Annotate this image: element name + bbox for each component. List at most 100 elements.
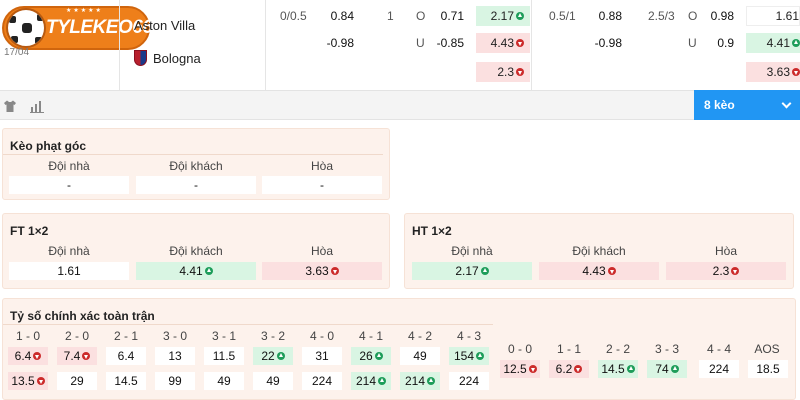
- score-label: 2 - 1: [113, 329, 138, 343]
- divider: [531, 0, 532, 90]
- divider: [3, 154, 383, 155]
- score-odds[interactable]: 214: [400, 372, 440, 390]
- score-odds[interactable]: 18.5: [748, 360, 788, 378]
- col-draw: Hòa: [310, 244, 333, 258]
- score-odds[interactable]: 99: [155, 372, 195, 390]
- ft-home-odds[interactable]: 2.17: [476, 6, 530, 26]
- score-label: 4 - 2: [407, 329, 432, 343]
- score-odds[interactable]: 6.4: [8, 347, 48, 365]
- score-odds[interactable]: 154: [449, 347, 489, 365]
- bet-count-button[interactable]: 8 kèo: [694, 90, 800, 120]
- arrow-up-icon: [374, 352, 383, 360]
- ht-ou-under-odds[interactable]: 0.9: [704, 33, 734, 53]
- score-odds[interactable]: 6.2: [549, 360, 589, 378]
- score-odds[interactable]: 49: [204, 372, 244, 390]
- arrow-down-icon: [528, 365, 537, 373]
- panel-title: Tỷ số chính xác toàn trận: [10, 309, 155, 323]
- ou-under-odds[interactable]: -0.85: [430, 33, 464, 53]
- ft-draw-odds[interactable]: 3.63: [262, 262, 382, 280]
- bar-chart-icon[interactable]: [30, 99, 44, 113]
- arrow-down-icon: [607, 267, 616, 275]
- score-label: 1 - 1: [556, 342, 581, 356]
- score-odds[interactable]: 14.5: [106, 372, 146, 390]
- arrow-up-icon: [204, 267, 213, 275]
- ht-1x2-panel: HT 1×2 Đội nhà Đội khách Hòa 2.17 4.43 2…: [404, 213, 794, 289]
- score-odds[interactable]: 214: [351, 372, 391, 390]
- ht-away-odds[interactable]: 4.41: [746, 33, 800, 53]
- ht-ou-line: 2.5/3: [648, 9, 675, 23]
- ht-home-odds[interactable]: 1.61: [746, 6, 800, 26]
- score-odds[interactable]: 49: [253, 372, 293, 390]
- score-label: 2 - 2: [605, 342, 630, 356]
- divider: [265, 0, 266, 90]
- score-odds[interactable]: 49: [400, 347, 440, 365]
- shirt-icon[interactable]: [3, 99, 17, 113]
- ht-handicap-away-odds[interactable]: -0.98: [586, 33, 622, 53]
- ou-under-label: U: [416, 36, 425, 50]
- ht-handicap-home-odds[interactable]: 0.88: [590, 6, 622, 26]
- score-odds[interactable]: 31: [302, 347, 342, 365]
- score-odds[interactable]: 11.5: [204, 347, 244, 365]
- arrow-down-icon: [516, 39, 524, 47]
- col-draw: Hòa: [714, 244, 737, 258]
- ht-home-odds[interactable]: 2.17: [412, 262, 532, 280]
- ft-draw-odds[interactable]: 2.3: [476, 62, 530, 82]
- col-away: Đội khách: [169, 159, 223, 173]
- away-team-name: Bologna: [153, 50, 201, 66]
- arrow-up-icon: [427, 377, 436, 385]
- col-home: Đội nhà: [48, 159, 90, 173]
- corner-away-odds[interactable]: -: [136, 176, 256, 194]
- match-row[interactable]: ★★★★★ TYLEKEO66 17/04 Aston Villa Bologn…: [0, 0, 800, 90]
- arrow-up-icon: [626, 365, 635, 373]
- ht-draw-odds[interactable]: 3.63: [746, 62, 800, 82]
- ft-home-odds[interactable]: 1.61: [9, 262, 129, 280]
- arrow-up-icon: [480, 267, 489, 275]
- ht-ou-over-odds[interactable]: 0.98: [704, 6, 734, 26]
- ou-line: 1: [387, 9, 394, 23]
- away-team[interactable]: Bologna: [134, 50, 201, 66]
- handicap-home-odds[interactable]: 0.84: [318, 6, 354, 26]
- arrow-down-icon: [82, 352, 91, 360]
- score-odds[interactable]: 224: [302, 372, 342, 390]
- score-odds[interactable]: 6.4: [106, 347, 146, 365]
- col-home: Đội nhà: [48, 244, 90, 258]
- col-away: Đội khách: [572, 244, 626, 258]
- ft-away-odds[interactable]: 4.43: [476, 33, 530, 53]
- arrow-down-icon: [574, 365, 583, 373]
- arrow-down-icon: [792, 68, 800, 76]
- score-odds[interactable]: 26: [351, 347, 391, 365]
- score-label: 0 - 0: [507, 342, 532, 356]
- home-team-name: Aston Villa: [134, 18, 196, 33]
- score-odds[interactable]: 74: [647, 360, 687, 378]
- odds-page: ★★★★★ TYLEKEO66 17/04 Aston Villa Bologn…: [0, 0, 800, 400]
- score-odds[interactable]: 13: [155, 347, 195, 365]
- score-odds[interactable]: 29: [57, 372, 97, 390]
- corner-draw-odds[interactable]: -: [262, 176, 382, 194]
- match-date: 17/04: [4, 47, 30, 58]
- score-odds[interactable]: 224: [449, 372, 489, 390]
- ou-over-odds[interactable]: 0.71: [430, 6, 464, 26]
- handicap-away-odds[interactable]: -0.98: [318, 33, 354, 53]
- score-odds[interactable]: 22: [253, 347, 293, 365]
- ht-draw-odds[interactable]: 2.3: [666, 262, 786, 280]
- arrow-up-icon: [378, 377, 387, 385]
- arrow-up-icon: [276, 352, 285, 360]
- bologna-crest-icon: [134, 50, 147, 66]
- home-team[interactable]: Aston Villa: [134, 18, 195, 33]
- arrow-down-icon: [33, 352, 42, 360]
- score-odds[interactable]: 13.5: [8, 372, 48, 390]
- ht-away-odds[interactable]: 4.43: [539, 262, 659, 280]
- divider: [119, 0, 120, 90]
- ft-away-odds[interactable]: 4.41: [136, 262, 256, 280]
- score-odds[interactable]: 224: [699, 360, 739, 378]
- score-odds[interactable]: 14.5: [598, 360, 638, 378]
- score-odds[interactable]: 12.5: [500, 360, 540, 378]
- col-away: Đội khách: [169, 244, 223, 258]
- divider: [3, 324, 493, 325]
- odds-toolbar: [0, 90, 800, 120]
- corner-panel: Kèo phạt góc Đội nhà Đội khách Hòa - - -: [2, 128, 390, 200]
- ft-1x2-panel: FT 1×2 Đội nhà Đội khách Hòa 1.61 4.41 3…: [2, 213, 390, 289]
- score-odds[interactable]: 7.4: [57, 347, 97, 365]
- chevron-down-icon: [781, 98, 792, 109]
- corner-home-odds[interactable]: -: [9, 176, 129, 194]
